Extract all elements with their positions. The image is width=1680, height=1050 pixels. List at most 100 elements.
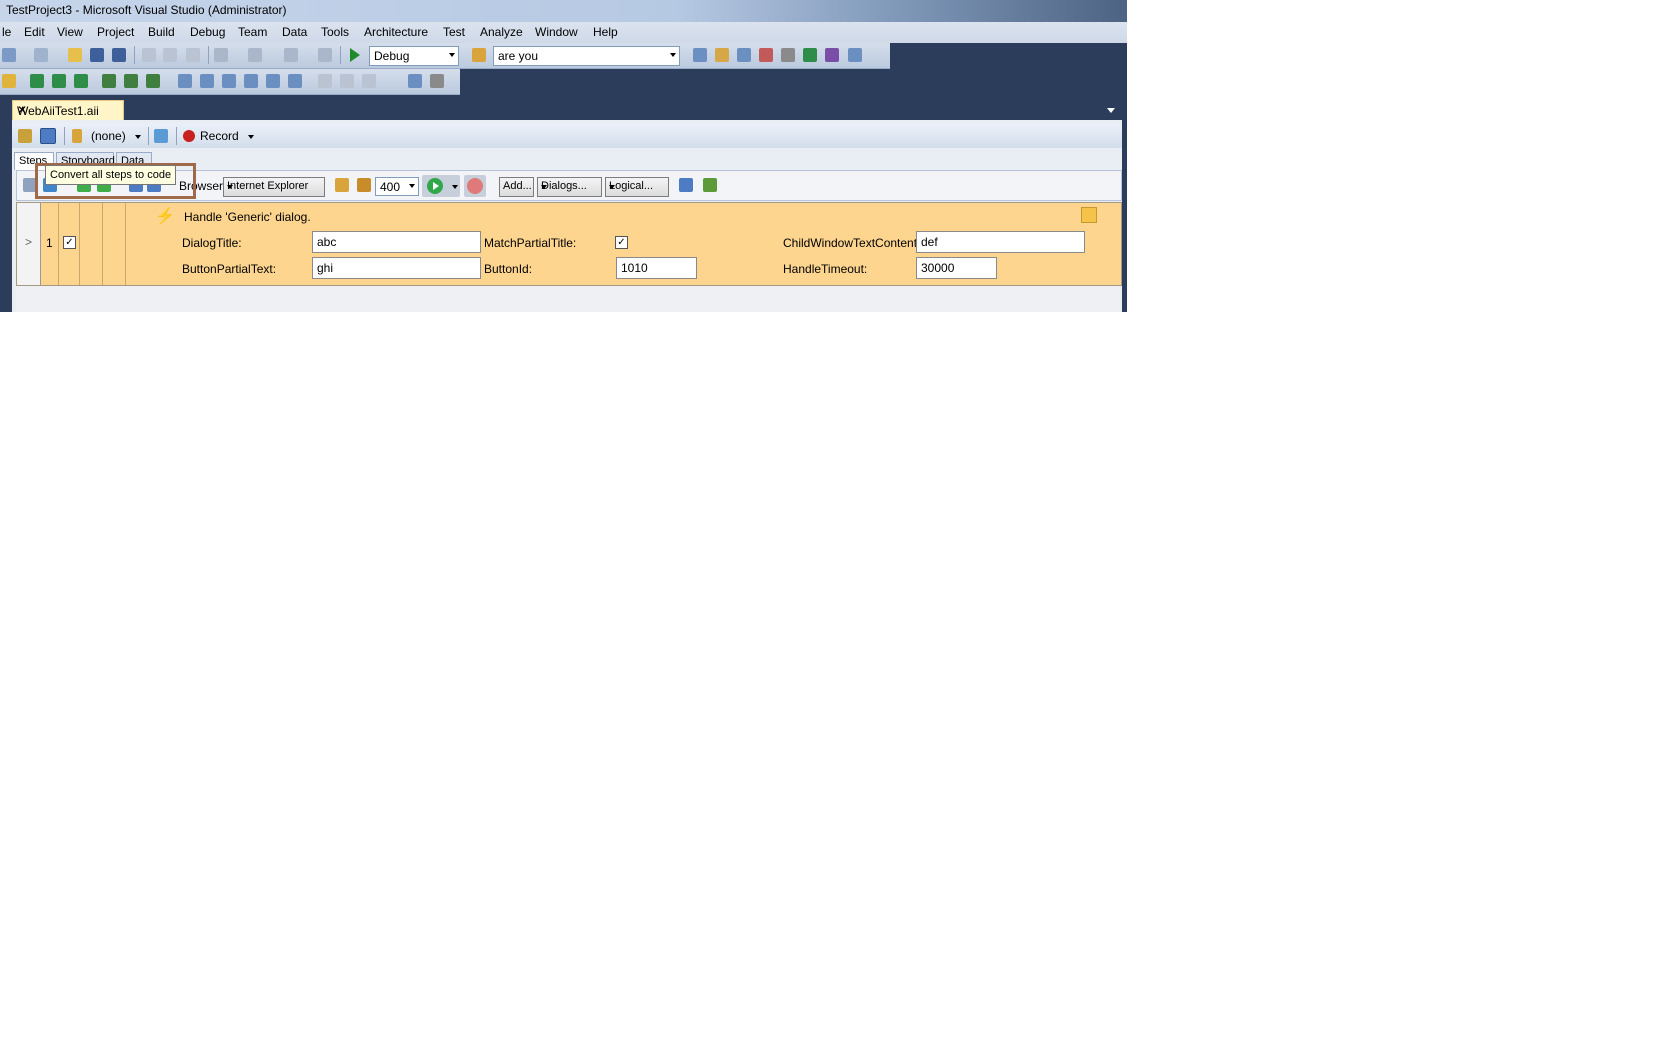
dialog-title-value: abc [317,235,337,249]
dialog-title-field[interactable]: abc [312,231,481,253]
handle-timeout-field[interactable]: 30000 [916,257,997,279]
paste-icon[interactable] [186,48,200,62]
command-window-icon[interactable] [848,48,862,62]
comment-icon[interactable] [362,74,376,88]
toolbar-separator [134,46,135,64]
new-project-icon[interactable] [2,48,16,62]
class-view-icon[interactable] [408,74,422,88]
menu-build[interactable]: Build [148,25,175,39]
child-window-text-label: ChildWindowTextContent: [783,236,921,250]
highlight-icon[interactable] [335,178,349,192]
chevron-down-icon [609,185,615,189]
chevron-down-icon [541,185,547,189]
record-icon[interactable] [183,130,195,142]
sync-icon[interactable] [154,129,168,143]
start-debugging-icon[interactable] [350,48,360,62]
step-enabled-checkbox[interactable]: ✓ [63,236,76,249]
solution-configuration-select[interactable]: Debug [369,46,459,66]
solution-configuration-value: Debug [374,49,410,63]
tools-icon[interactable] [781,48,795,62]
toolbox-icon[interactable] [759,48,773,62]
menu-debug[interactable]: Debug [190,25,225,39]
menu-data[interactable]: Data [282,25,307,39]
settings-gear-icon[interactable] [430,74,444,88]
menu-team[interactable]: Team [238,25,267,39]
cut-icon[interactable] [142,48,156,62]
record-button[interactable]: Record [200,129,239,143]
stop-button[interactable] [464,175,486,197]
open-file-icon[interactable] [68,48,82,62]
button-partial-text-field[interactable]: ghi [312,257,481,279]
close-icon[interactable]: ✕ [17,103,118,117]
browser-select[interactable]: Internet Explorer [223,177,325,197]
add-button[interactable]: Add... [499,177,534,197]
menu-window[interactable]: Window [535,25,578,39]
find-combo[interactable]: are you [493,46,680,66]
menu-tools[interactable]: Tools [321,25,349,39]
redo-icon[interactable] [248,48,262,62]
code-coverage-icon[interactable] [178,74,192,88]
logical-button[interactable]: Logical... [605,177,669,197]
test-manager-icon[interactable] [146,74,160,88]
save-all-icon[interactable] [112,48,126,62]
test-attachments-icon[interactable] [288,74,302,88]
run-all-tests-icon[interactable] [52,74,66,88]
step-col-a [80,203,103,285]
button-id-field[interactable]: 1010 [616,257,697,279]
find-in-files-icon[interactable] [472,48,486,62]
object-browser-icon[interactable] [737,48,751,62]
properties-icon[interactable] [715,48,729,62]
document-tab[interactable]: WebAiiTest1.aii ✕ [12,100,124,121]
logical-button-label: Logical... [609,180,654,192]
menu-architecture[interactable]: Architecture [364,25,428,39]
dialogs-button[interactable]: Dialogs... [537,177,602,197]
match-partial-title-checkbox[interactable]: ✓ [615,236,628,249]
copy-icon[interactable] [163,48,177,62]
test-runs-icon[interactable] [244,74,258,88]
extension-manager-icon[interactable] [825,48,839,62]
delay-input[interactable]: 400 [375,177,419,196]
test-toolbar [0,69,460,95]
datasource-select[interactable]: (none) [91,129,126,143]
filter-icon[interactable] [679,178,693,192]
menu-file[interactable]: le [2,25,11,39]
start-page-icon[interactable] [803,48,817,62]
test-list-icon[interactable] [2,74,16,88]
menu-bar: le Edit View Project Build Debug Team Da… [0,22,1127,43]
solution-explorer-icon[interactable] [693,48,707,62]
annotate-icon[interactable] [357,178,371,192]
debug-tests-icon[interactable] [74,74,88,88]
row-selector[interactable]: > [17,203,41,285]
menu-view[interactable]: View [57,25,83,39]
add-item-icon[interactable] [34,48,48,62]
child-window-text-field[interactable]: def [916,231,1085,253]
collapse-icon[interactable] [1081,207,1097,223]
menu-help[interactable]: Help [593,25,618,39]
test-impact-icon[interactable] [200,74,214,88]
webaii-test-editor: (none) Record Steps Storyboard Data Brow… [12,120,1122,312]
navigate-forward-icon[interactable] [318,48,332,62]
menu-analyze[interactable]: Analyze [480,25,523,39]
run-button[interactable] [422,175,460,197]
expand-icon[interactable]: > [25,235,32,249]
document-list-dropdown-icon[interactable] [1107,108,1115,113]
menu-project[interactable]: Project [97,25,134,39]
chevron-down-icon[interactable] [248,135,254,139]
navigate-backward-icon[interactable] [284,48,298,62]
export-icon[interactable] [703,178,717,192]
test-lists-icon[interactable] [266,74,280,88]
test-results-icon[interactable] [102,74,116,88]
test-settings-icon[interactable] [222,74,236,88]
save-icon[interactable] [90,48,104,62]
edit-in-code-icon[interactable] [18,129,32,143]
chevron-down-icon[interactable] [135,135,141,139]
menu-edit[interactable]: Edit [24,25,45,39]
test-view-icon[interactable] [124,74,138,88]
undo-icon[interactable] [214,48,228,62]
outdent-icon[interactable] [340,74,354,88]
run-tests-icon[interactable] [30,74,44,88]
step-row[interactable]: > 1 ✓ ⚡ Handle 'Generic' dialog. DialogT… [16,202,1122,286]
indent-icon[interactable] [318,74,332,88]
convert-to-code-icon[interactable] [40,128,56,144]
menu-test[interactable]: Test [443,25,465,39]
